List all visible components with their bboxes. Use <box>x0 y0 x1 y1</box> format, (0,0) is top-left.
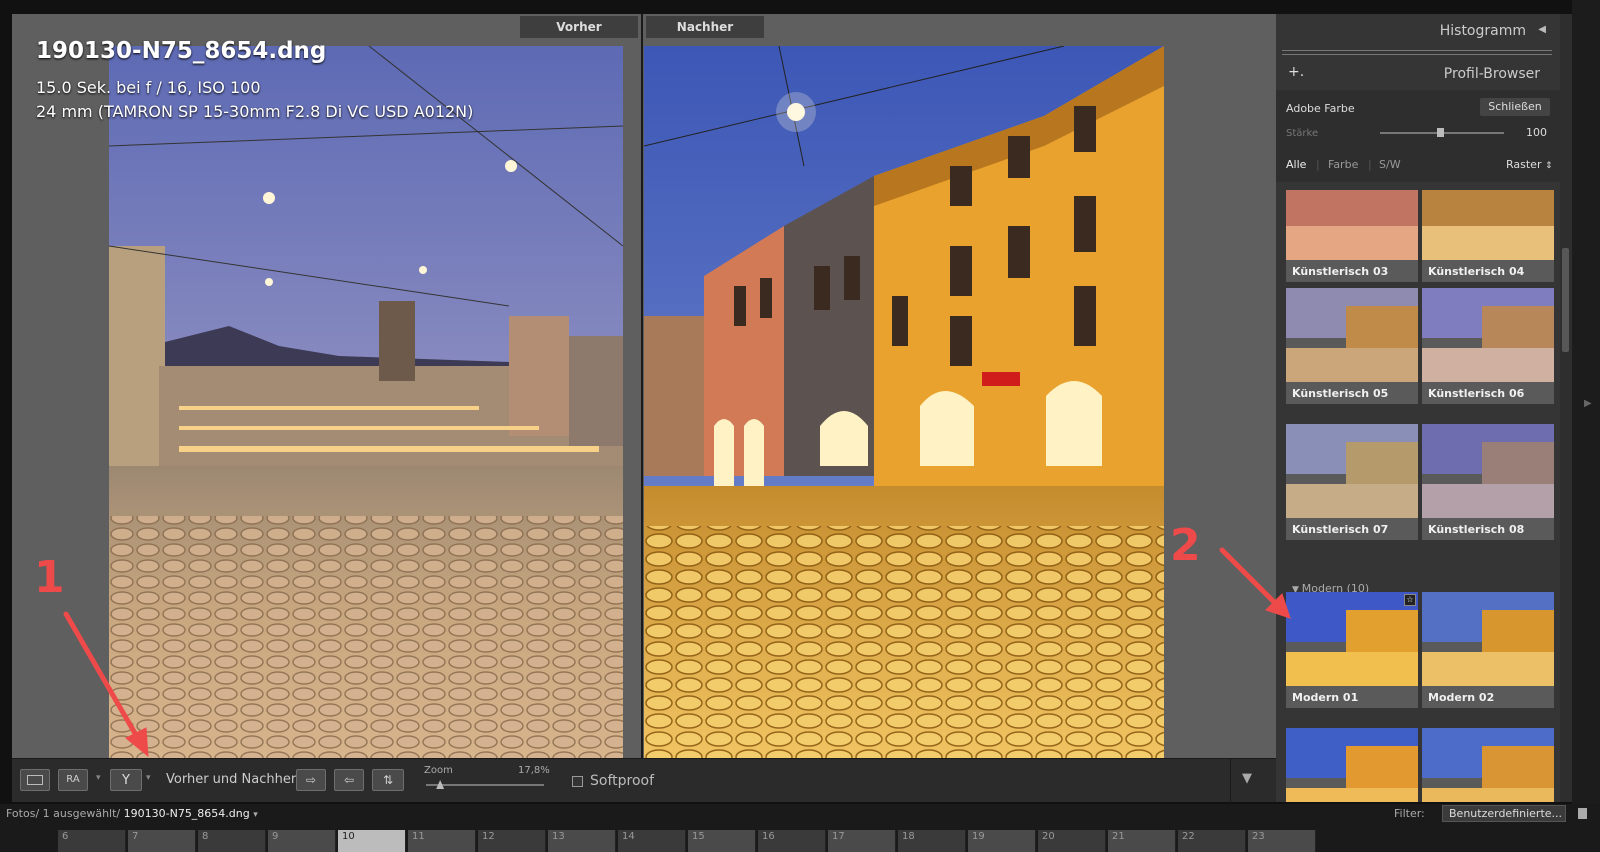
annotation-arrowhead-1 <box>125 727 149 758</box>
annotation-arrow-2 <box>1219 547 1281 609</box>
annotation-arrows <box>63 547 1291 758</box>
annotation-arrow-1 <box>63 611 143 745</box>
